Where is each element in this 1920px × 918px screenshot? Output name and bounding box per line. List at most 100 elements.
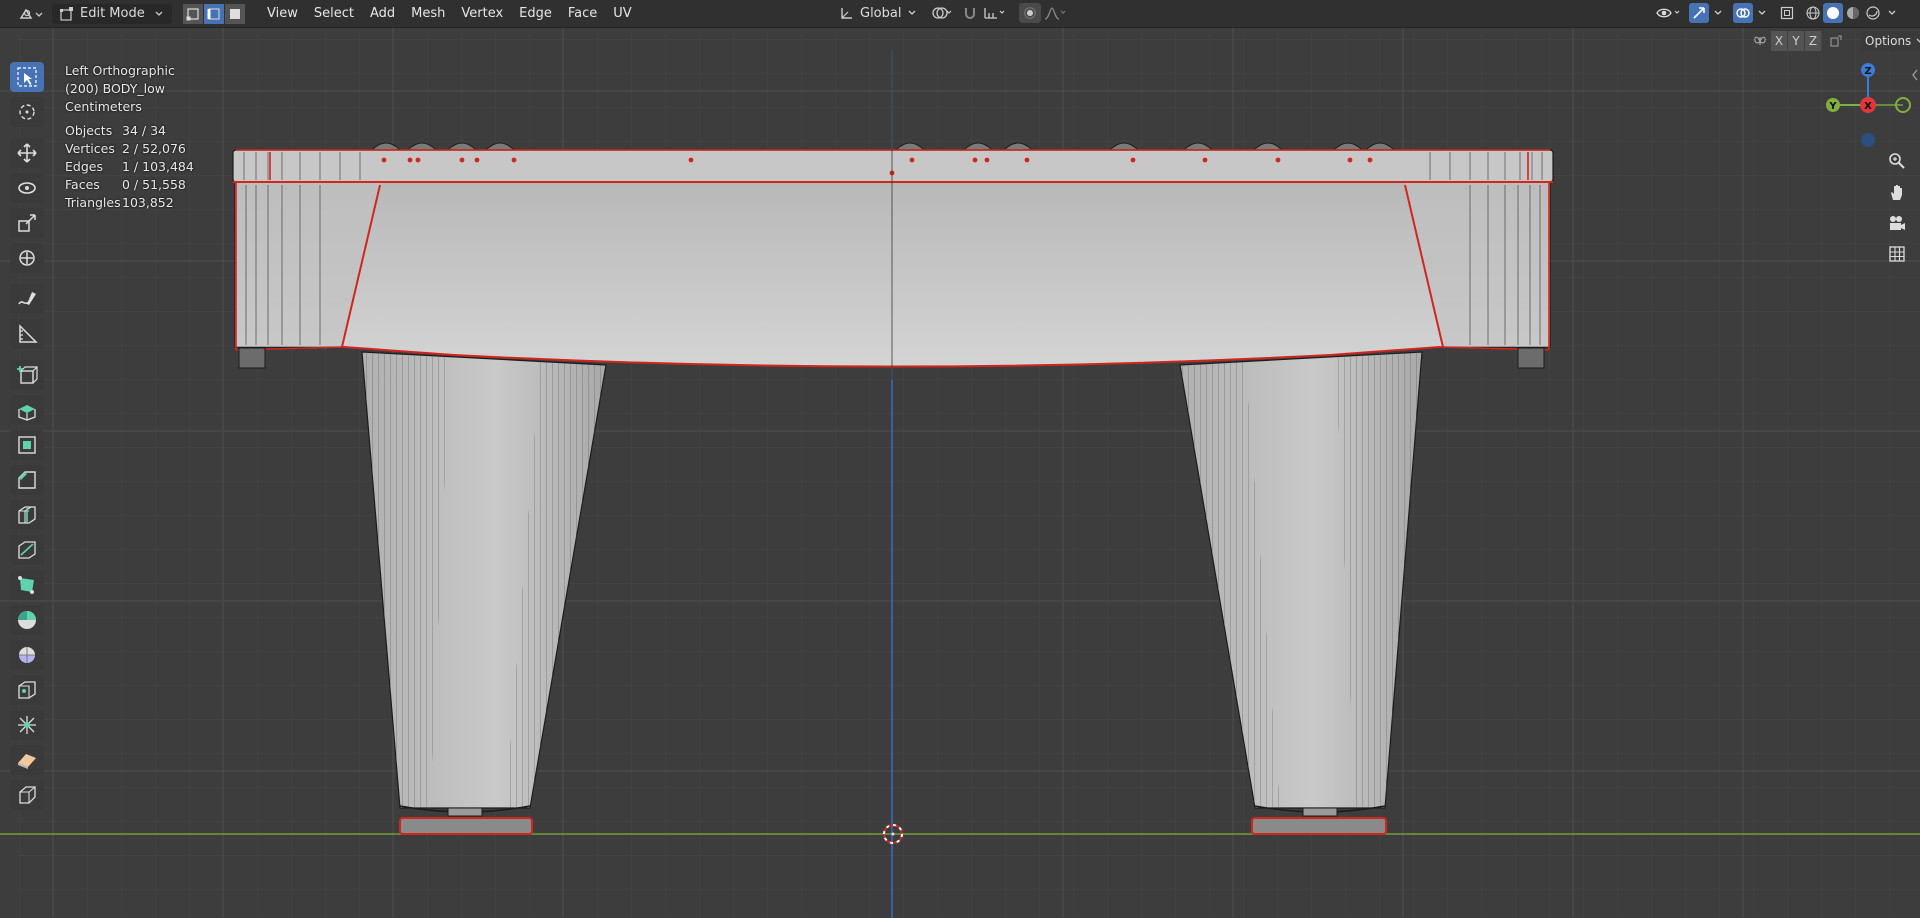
mirror-group: X Y Z Options [1749, 31, 1920, 51]
tool-add-cube[interactable] [10, 360, 44, 390]
gizmo-arrows-icon [1693, 7, 1705, 19]
editor-type-button[interactable] [14, 4, 48, 24]
wireframe-shading-button[interactable] [1803, 3, 1823, 23]
tool-shrink-fatten[interactable] [10, 710, 44, 740]
3d-viewport[interactable]: X Y Z Options Left Orthographic (200) BO… [0, 28, 1920, 918]
stat-label: Objects [65, 123, 113, 138]
tool-select-box[interactable] [10, 62, 44, 92]
menu-mesh[interactable]: Mesh [403, 3, 453, 25]
select-mode-group [182, 3, 245, 24]
snap-target-dropdown[interactable] [981, 3, 1011, 23]
edit-mode-icon [60, 6, 73, 21]
stat-value: 2 / 52,076 [122, 141, 186, 156]
shading-dropdown[interactable] [1883, 3, 1901, 23]
zoom-icon [1889, 153, 1905, 169]
snap-toggle[interactable] [959, 3, 981, 23]
tool-rotate[interactable] [10, 173, 44, 203]
tool-poly-build[interactable] [10, 570, 44, 600]
blender-window: Edit Mode View Select Add Mesh Vertex Ed… [0, 0, 1920, 918]
menu-select[interactable]: Select [306, 3, 362, 25]
viewport-info-overlay: Left Orthographic (200) BODY_low Centime… [65, 62, 194, 212]
transform-group: Global [834, 3, 1071, 23]
options-label: Options [1865, 34, 1912, 48]
menu-uv[interactable]: UV [605, 3, 639, 25]
mirror-x-button[interactable]: X [1771, 31, 1787, 51]
wireframe-sphere-icon [1806, 6, 1820, 20]
proportional-editing-toggle[interactable] [1019, 3, 1042, 23]
move-icon [17, 143, 37, 163]
face-select-button[interactable] [225, 3, 245, 24]
mirror-y-button[interactable]: Y [1788, 31, 1804, 51]
stat-triangles: Triangles 103,852 [65, 194, 194, 212]
overlays-toggle[interactable] [1733, 3, 1753, 23]
tool-knife[interactable] [10, 535, 44, 565]
menu-face[interactable]: Face [560, 3, 605, 25]
tool-loop-cut[interactable] [10, 500, 44, 530]
pan-button[interactable] [1884, 179, 1910, 205]
tool-inset[interactable] [10, 430, 44, 460]
solid-shading-button[interactable] [1823, 3, 1843, 23]
hand-icon [1891, 185, 1902, 200]
tool-smooth[interactable] [10, 640, 44, 670]
editor-type-icon [19, 8, 43, 19]
gizmo-toggle[interactable] [1689, 3, 1709, 23]
navigation-gizmo[interactable]: Z Y X [1818, 60, 1918, 150]
auto-merge-toggle[interactable] [1825, 31, 1847, 51]
vertex-select-button[interactable] [183, 3, 203, 24]
tool-transform[interactable] [10, 243, 44, 273]
tool-extrude[interactable] [10, 395, 44, 425]
tool-rip-region[interactable] [10, 780, 44, 810]
options-dropdown[interactable]: Options [1861, 31, 1920, 51]
viewport-header: Edit Mode View Select Add Mesh Vertex Ed… [0, 0, 1920, 28]
header-menus: View Select Add Mesh Vertex Edge Face UV [259, 3, 640, 25]
tool-shelf [10, 62, 46, 815]
sidebar-toggle-arrow[interactable] [1910, 68, 1920, 82]
mirror-toggle[interactable] [1749, 31, 1771, 51]
stat-value: 0 / 51,558 [122, 177, 186, 192]
rendered-shading-button[interactable] [1863, 3, 1883, 23]
camera-icon [1890, 216, 1905, 230]
stat-label: Triangles [65, 195, 121, 210]
tool-shear[interactable] [10, 745, 44, 775]
tool-edge-slide[interactable] [10, 675, 44, 705]
inset-icon [18, 436, 36, 454]
mode-dropdown[interactable]: Edit Mode [52, 3, 172, 24]
select-box-icon [17, 67, 37, 87]
stat-value: 103,852 [122, 195, 174, 210]
camera-view-button[interactable] [1884, 210, 1910, 236]
stat-label: Vertices [65, 141, 115, 156]
menu-view[interactable]: View [259, 3, 306, 25]
edge-select-button[interactable] [204, 3, 224, 24]
tool-annotate[interactable] [10, 284, 44, 314]
tool-move[interactable] [10, 138, 44, 168]
xray-toggle[interactable] [1777, 3, 1797, 23]
mirror-z-button[interactable]: Z [1805, 31, 1821, 51]
falloff-dropdown[interactable] [1041, 3, 1071, 23]
chevron-down-icon [1758, 10, 1766, 15]
stat-edges: Edges 1 / 103,484 [65, 158, 194, 176]
gizmo-y-label: Y [1828, 101, 1837, 112]
smooth-icon [19, 647, 35, 663]
tool-bevel[interactable] [10, 465, 44, 495]
zoom-button[interactable] [1884, 148, 1910, 174]
overlays-dropdown[interactable] [1753, 3, 1771, 23]
tool-scale[interactable] [10, 208, 44, 238]
stat-label: Edges [65, 159, 103, 174]
tool-measure[interactable] [10, 319, 44, 349]
gizmo-neg-z[interactable] [1861, 133, 1875, 147]
right-foot-pad[interactable] [1251, 817, 1387, 835]
tool-spin[interactable] [10, 605, 44, 635]
menu-add[interactable]: Add [362, 3, 403, 25]
pivot-point-dropdown[interactable] [929, 3, 957, 23]
visibility-dropdown[interactable] [1653, 3, 1687, 23]
tool-cursor[interactable] [10, 97, 44, 127]
menu-vertex[interactable]: Vertex [453, 3, 511, 25]
left-foot-pad[interactable] [399, 817, 533, 835]
menu-edge[interactable]: Edge [511, 3, 560, 25]
perspective-toggle-button[interactable] [1884, 241, 1910, 267]
material-shading-button[interactable] [1843, 3, 1863, 23]
stat-vertices: Vertices 2 / 52,076 [65, 140, 194, 158]
rip-region-icon [19, 786, 36, 804]
transform-orientation-dropdown[interactable]: Global [834, 3, 923, 23]
gizmo-dropdown[interactable] [1709, 3, 1727, 23]
